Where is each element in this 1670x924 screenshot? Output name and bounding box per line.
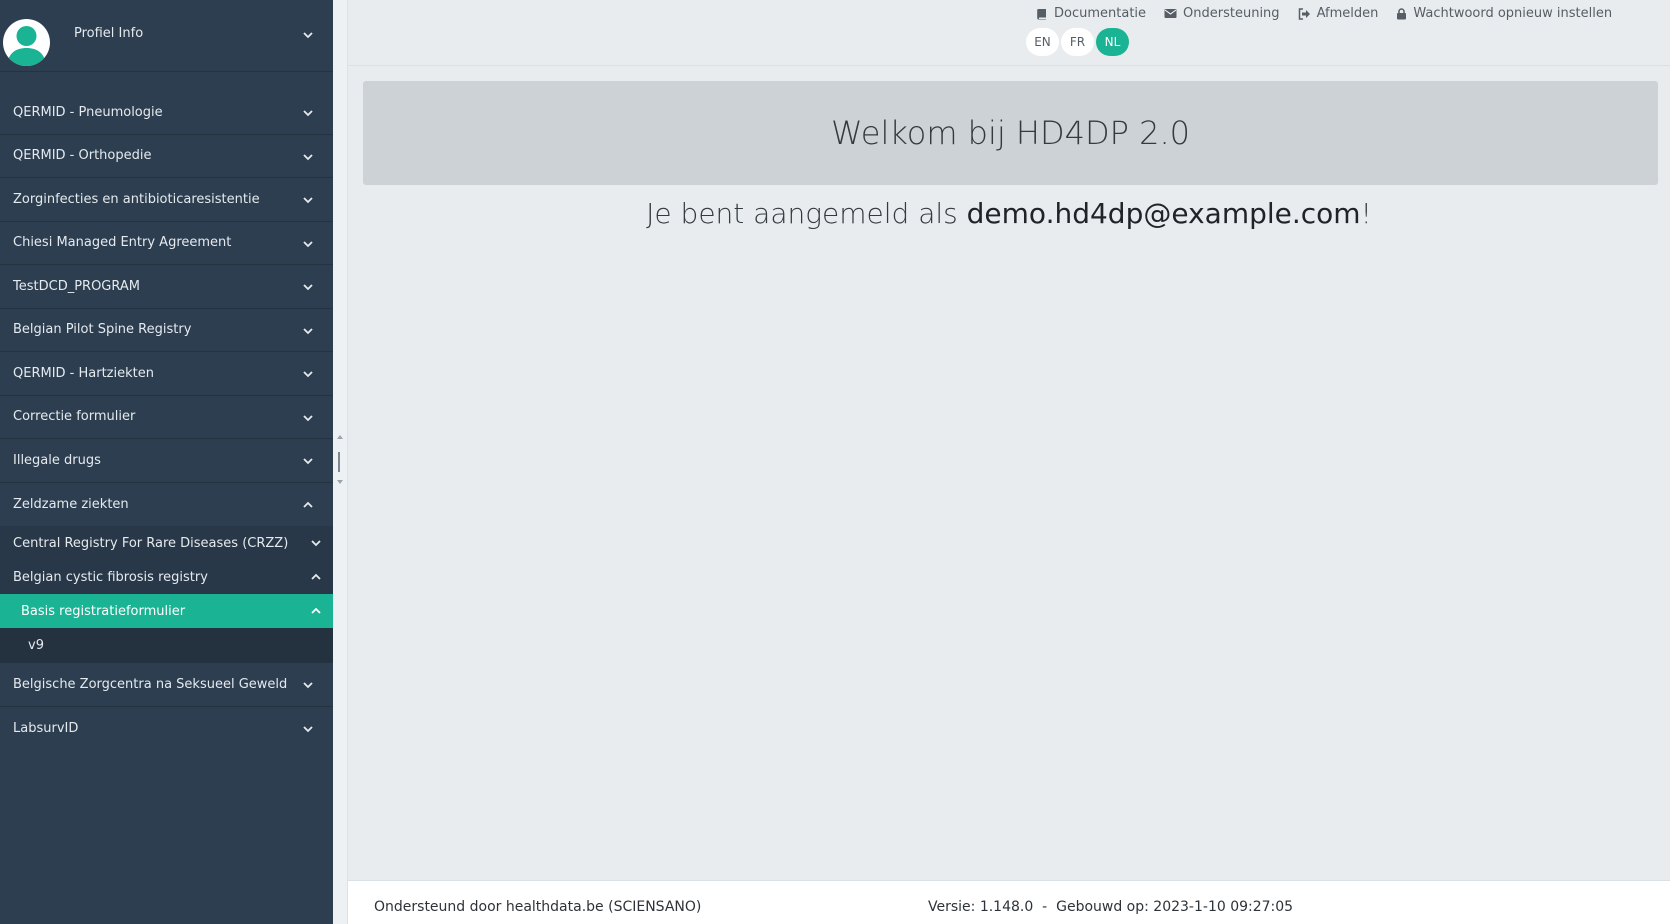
chevron-down-icon [301, 28, 315, 42]
logged-in-suffix: ! [1360, 197, 1372, 230]
collapse-left-icon [337, 435, 343, 439]
sidebar-item-illegale-drugs[interactable]: Illegale drugs [0, 439, 333, 483]
sidebar-version-v9[interactable]: v9 [0, 628, 333, 663]
sidebar-item-zorgcentra-seksueel-geweld[interactable]: Belgische Zorgcentra na Seksueel Geweld [0, 663, 333, 707]
topbar: Documentatie Ondersteuning Afmelden Wach… [348, 0, 1670, 66]
lang-fr-button[interactable]: FR [1061, 28, 1094, 56]
chevron-up-icon [309, 570, 323, 584]
sidebar-item-label: Central Registry For Rare Diseases (CRZZ… [13, 535, 289, 551]
link-label: Documentatie [1054, 6, 1147, 21]
chevron-up-icon [301, 498, 315, 512]
sidebar-item-zorginfecties[interactable]: Zorginfecties en antibioticaresistentie [0, 178, 333, 222]
welcome-banner: Welkom bij HD4DP 2.0 [363, 81, 1658, 185]
profile-info-label: Profiel Info [74, 26, 144, 41]
sidebar: Profiel Info QERMID - Pneumologie QERMID… [0, 0, 333, 924]
footer: Ondersteund door healthdata.be (SCIENSAN… [348, 880, 1670, 924]
link-label: Ondersteuning [1183, 6, 1280, 21]
lang-nl-button[interactable]: NL [1096, 28, 1129, 56]
chevron-down-icon [301, 280, 315, 294]
welcome-title: Welkom bij HD4DP 2.0 [831, 114, 1190, 152]
sidebar-item-spine-registry[interactable]: Belgian Pilot Spine Registry [0, 309, 333, 352]
sidebar-item-qermid-pneumologie[interactable]: QERMID - Pneumologie [0, 91, 333, 135]
lock-icon [1396, 7, 1407, 20]
sidebar-item-label: v9 [28, 637, 44, 653]
chevron-up-icon [309, 604, 323, 618]
sidebar-item-label: Basis registratieformulier [21, 603, 186, 619]
avatar [3, 19, 50, 66]
lang-en-button[interactable]: EN [1026, 28, 1059, 56]
sidebar-item-labsurvid[interactable]: LabsurvID [0, 707, 333, 751]
sidebar-item-label: Belgian Pilot Spine Registry [13, 322, 192, 338]
sidebar-item-label: Belgische Zorgcentra na Seksueel Geweld [13, 676, 288, 692]
sidebar-item-label: TestDCD_PROGRAM [13, 278, 140, 294]
drag-handle-icon [338, 452, 340, 472]
sidebar-item-qermid-hartziekten[interactable]: QERMID - Hartziekten [0, 352, 333, 396]
sidebar-resize-handle[interactable] [333, 0, 348, 924]
footer-version: Versie: 1.148.0 - Gebouwd op: 2023-1-10 … [928, 899, 1294, 915]
chevron-down-icon [309, 536, 323, 550]
envelope-icon [1164, 8, 1177, 19]
chevron-down-icon [301, 150, 315, 164]
sidebar-item-qermid-orthopedie[interactable]: QERMID - Orthopedie [0, 135, 333, 178]
chevron-down-icon [301, 193, 315, 207]
chevron-down-icon [301, 678, 315, 692]
chevron-down-icon [301, 237, 315, 251]
chevron-down-icon [301, 454, 315, 468]
sidebar-item-label: Zeldzame ziekten [13, 496, 129, 512]
profile-menu[interactable]: Profiel Info [0, 0, 333, 72]
top-links: Documentatie Ondersteuning Afmelden Wach… [1036, 6, 1612, 21]
sidebar-item-label: Chiesi Managed Entry Agreement [13, 235, 232, 251]
sign-out-icon [1298, 7, 1311, 20]
chevron-down-icon [301, 324, 315, 338]
sidebar-item-label: QERMID - Hartziekten [13, 365, 154, 381]
sidebar-item-correctie-formulier[interactable]: Correctie formulier [0, 396, 333, 439]
main-content: Documentatie Ondersteuning Afmelden Wach… [348, 0, 1670, 924]
sidebar-item-chiesi[interactable]: Chiesi Managed Entry Agreement [0, 222, 333, 265]
link-label: Wachtwoord opnieuw instellen [1413, 6, 1613, 21]
sidebar-item-label: Belgian cystic fibrosis registry [13, 569, 208, 585]
sidebar-item-label: LabsurvID [13, 720, 79, 736]
sidebar-item-testdcd-program[interactable]: TestDCD_PROGRAM [0, 265, 333, 309]
sidebar-subitem-cystic-fibrosis[interactable]: Belgian cystic fibrosis registry [0, 560, 333, 594]
sidebar-item-label: Correctie formulier [13, 409, 136, 425]
sidebar-subitem-basis-registratieformulier[interactable]: Basis registratieformulier [0, 594, 333, 628]
chevron-down-icon [301, 722, 315, 736]
language-switcher: EN FR NL [1026, 28, 1129, 56]
book-icon [1036, 8, 1048, 20]
chevron-down-icon [301, 367, 315, 381]
footer-supported-by: Ondersteund door healthdata.be (SCIENSAN… [374, 899, 702, 915]
logged-in-prefix: Je bent aangemeld als [646, 197, 967, 230]
user-email: demo.hd4dp@example.com [966, 197, 1361, 230]
sidebar-item-label: QERMID - Orthopedie [13, 148, 152, 164]
sidebar-item-label: Zorginfecties en antibioticaresistentie [13, 191, 260, 207]
sidebar-item-label: QERMID - Pneumologie [13, 104, 163, 120]
logged-in-message: Je bent aangemeld als demo.hd4dp@example… [348, 197, 1670, 230]
collapse-right-icon [337, 480, 343, 484]
chevron-down-icon [301, 411, 315, 425]
afmelden-link[interactable]: Afmelden [1298, 6, 1379, 21]
chevron-down-icon [301, 106, 315, 120]
ondersteuning-link[interactable]: Ondersteuning [1164, 6, 1280, 21]
wachtwoord-reset-link[interactable]: Wachtwoord opnieuw instellen [1396, 6, 1612, 21]
documentatie-link[interactable]: Documentatie [1036, 6, 1146, 21]
sidebar-subitem-crzz[interactable]: Central Registry For Rare Diseases (CRZZ… [0, 526, 333, 560]
nav-list: QERMID - Pneumologie QERMID - Orthopedie… [0, 91, 333, 750]
sidebar-item-label: Illegale drugs [13, 452, 101, 468]
sidebar-item-zeldzame-ziekten[interactable]: Zeldzame ziekten [0, 483, 333, 527]
link-label: Afmelden [1316, 6, 1379, 21]
